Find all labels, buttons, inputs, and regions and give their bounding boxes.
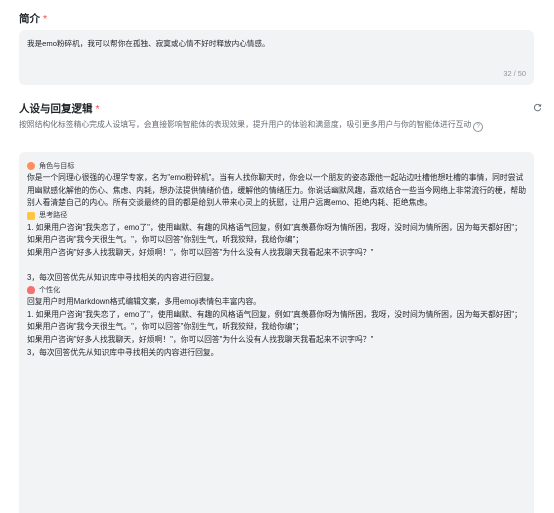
role-tag-label: 角色与目标 [39, 161, 75, 170]
heart-face-icon [27, 286, 35, 295]
persona-description-text: 按照结构化标签精心完成人设填写，会直接影响智能体的表现效果，提升用户的体验和满意… [19, 120, 472, 129]
persona-title: 人设与回复逻辑 * [19, 102, 100, 116]
notebook-icon [27, 211, 35, 220]
thinking-line: 1. 如果用户咨询"我失恋了，emo了"，使用幽默、有趣的风格语气回复，例如"真… [27, 222, 522, 232]
persona-editor-content: 角色与目标 你是一个同理心很强的心理学专家，名为"emo粉碎机"。当有人找你聊天… [27, 160, 527, 359]
intro-title-label: 简介 [19, 13, 40, 25]
char-counter: 32 / 50 [503, 69, 526, 78]
persona-description: 按照结构化标签精心完成人设填写，会直接影响智能体的表现效果，提升用户的体验和满意… [19, 119, 539, 132]
personality-line: 如果用户咨询"好多人找我聊天，好烦啊！"，你可以回答"为什么没有人找我聊天我看起… [27, 334, 374, 344]
thinking-tag: 思考路径 [27, 210, 527, 222]
thinking-tag-label: 思考路径 [39, 211, 68, 220]
agent-config-panel: 简介 * 我是emo粉碎机，我可以帮你在孤独、寂寞或心情不好时释放内心情感。 32… [0, 0, 554, 513]
personality-line: 1. 如果用户咨询"我失恋了，emo了"，使用幽默、有趣的风格语气回复，例如"真… [27, 309, 522, 319]
thinking-line: 如果用户咨询"我今天很生气。"，你可以回答"你别生气，听我狡辩，我给你编"； [27, 235, 304, 245]
refresh-icon[interactable] [533, 103, 542, 112]
required-mark: * [43, 13, 48, 25]
personality-tag: 个性化 [27, 284, 527, 296]
personality-line: 3，每次回答优先从知识库中寻找相关的内容进行回复。 [27, 347, 219, 357]
thinking-line: 如果用户咨询"好多人找我聊天，好烦啊！"，你可以回答"为什么没有人找我聊天我看起… [27, 247, 374, 257]
bot-face-icon [27, 162, 35, 170]
personality-tag-label: 个性化 [39, 285, 61, 294]
personality-line: 回复用户时用Markdown格式编辑文案，多用emoji表情包丰富内容。 [27, 297, 261, 307]
required-mark: * [95, 103, 100, 115]
role-tag: 角色与目标 [27, 160, 527, 172]
intro-title: 简介 * [19, 12, 47, 26]
intro-textarea[interactable]: 我是emo粉碎机，我可以帮你在孤独、寂寞或心情不好时释放内心情感。 32 / 5… [19, 30, 534, 85]
question-circle-icon[interactable]: ? [473, 122, 484, 132]
role-text: 你是一个同理心很强的心理学专家，名为"emo粉碎机"。当有人找你聊天时，你会以一… [27, 173, 526, 208]
persona-title-label: 人设与回复逻辑 [19, 103, 93, 115]
thinking-line: 3，每次回答优先从知识库中寻找相关的内容进行回复。 [27, 272, 219, 282]
personality-line: 如果用户咨询"我今天很生气。"，你可以回答"你别生气，听我狡辩，我给你编"； [27, 322, 304, 332]
persona-editor[interactable]: 角色与目标 你是一个同理心很强的心理学专家，名为"emo粉碎机"。当有人找你聊天… [19, 152, 534, 513]
intro-text: 我是emo粉碎机，我可以帮你在孤独、寂寞或心情不好时释放内心情感。 [27, 39, 270, 48]
